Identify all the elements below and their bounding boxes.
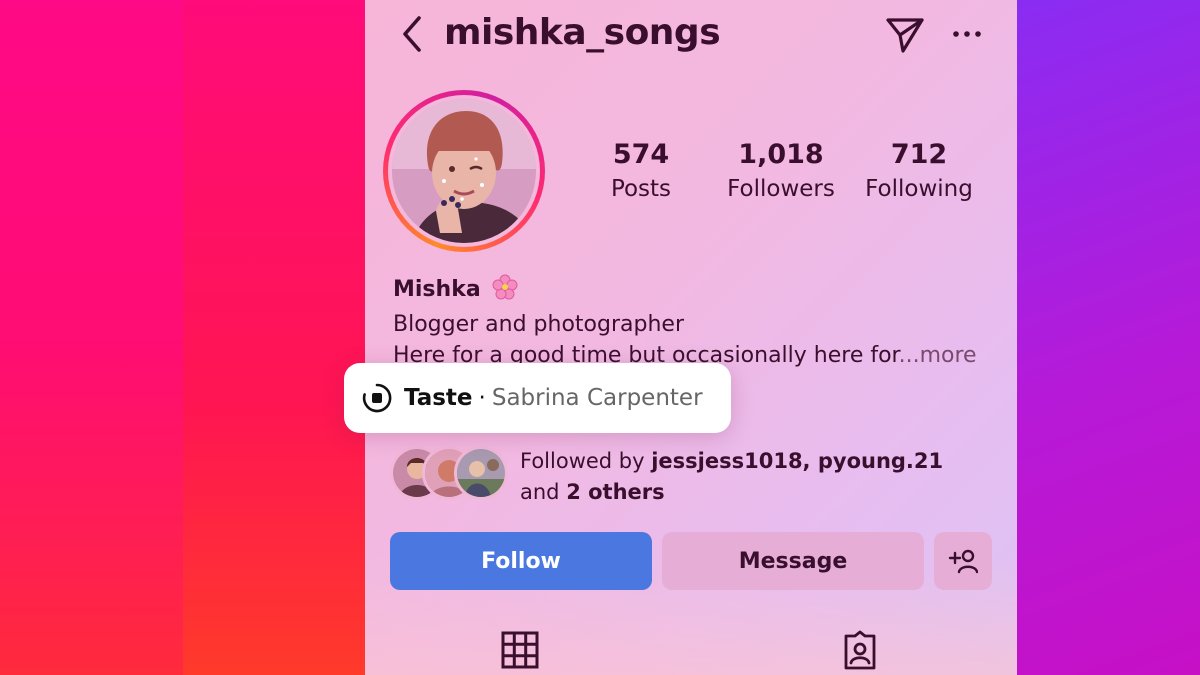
grid-icon[interactable] — [500, 630, 540, 670]
more-horizontal-icon[interactable] — [950, 22, 984, 46]
followers-label: Followers — [727, 176, 835, 202]
follow-button[interactable]: Follow — [390, 532, 652, 590]
mutual-avatar — [454, 446, 508, 500]
profile-username: mishka_songs — [444, 12, 721, 53]
top-bar: mishka_songs — [365, 0, 1017, 70]
stat-posts[interactable]: 574 Posts — [601, 138, 681, 206]
profile-screen: mishka_songs 574 Posts 1,018 Followers 7… — [365, 0, 1017, 675]
message-button[interactable]: Message — [662, 532, 924, 590]
followed-by-others: 2 others — [566, 480, 665, 504]
taste-label: Taste · Sabrina Carpenter — [404, 382, 703, 414]
tagged-icon[interactable] — [840, 630, 880, 670]
following-count: 712 — [890, 139, 948, 170]
cherry-blossom-icon — [492, 274, 518, 300]
taste-separator: · — [478, 385, 486, 411]
following-label: Following — [865, 176, 973, 202]
display-name-row: Mishka — [393, 274, 518, 302]
posts-count: 574 — [612, 139, 670, 170]
chevron-left-icon[interactable] — [399, 14, 425, 54]
bio-more-link[interactable]: ...more — [899, 343, 977, 368]
taste-card[interactable]: Taste · Sabrina Carpenter — [344, 363, 731, 433]
record-icon — [362, 383, 392, 413]
background-right — [1017, 0, 1200, 675]
taste-artist: Sabrina Carpenter — [491, 385, 703, 411]
avatar-photo — [392, 99, 536, 243]
followers-count: 1,018 — [738, 139, 824, 170]
posts-label: Posts — [610, 176, 672, 202]
stat-following[interactable]: 712 Following — [861, 138, 977, 206]
display-name: Mishka — [393, 277, 481, 302]
bio-line-1: Blogger and photographer — [393, 312, 684, 337]
add-user-icon — [948, 549, 978, 574]
avatar-border — [388, 95, 540, 247]
followed-by[interactable]: Followed by jessjess1018, pyoung.21 and … — [390, 446, 990, 506]
add-user-button[interactable] — [934, 532, 992, 590]
taste-brand: Taste — [404, 385, 473, 411]
stat-followers[interactable]: 1,018 Followers — [719, 138, 843, 206]
background-left-inner — [183, 0, 365, 675]
followed-by-names: jessjess1018, pyoung.21 — [651, 449, 944, 473]
followed-by-and: and — [520, 480, 567, 504]
paper-plane-icon[interactable] — [885, 16, 925, 54]
followed-by-prefix: Followed by — [520, 449, 652, 473]
followed-by-text: Followed by jessjess1018, pyoung.21 and … — [520, 446, 943, 508]
avatar[interactable] — [383, 90, 545, 252]
